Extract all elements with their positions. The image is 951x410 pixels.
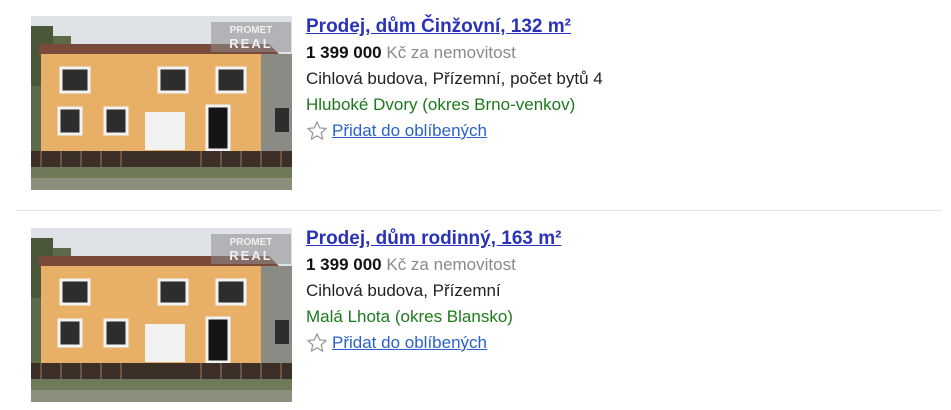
svg-text:PROMET: PROMET bbox=[230, 25, 273, 36]
star-icon[interactable] bbox=[306, 120, 328, 142]
listing-title-link[interactable]: Prodej, dům Činžovní, 132 m² bbox=[306, 14, 926, 40]
price-line: 1 399 000 Kč za nemovitost bbox=[306, 40, 926, 66]
price-line: 1 399 000 Kč za nemovitost bbox=[306, 252, 926, 278]
property-location: Malá Lhota (okres Blansko) bbox=[306, 307, 513, 326]
add-to-favorites[interactable]: Přidat do oblíbených bbox=[306, 118, 926, 144]
price-unit: Kč za nemovitost bbox=[386, 43, 516, 62]
listing-item: PROMET REAL Prodej, dům Činžovní, 132 m²… bbox=[0, 0, 951, 211]
property-description: Cihlová budova, Přízemní, počet bytů 4 bbox=[306, 69, 603, 88]
price-unit: Kč za nemovitost bbox=[386, 255, 516, 274]
star-icon[interactable] bbox=[306, 332, 328, 354]
price-value: 1 399 000 bbox=[306, 43, 382, 62]
add-to-favorites-link[interactable]: Přidat do oblíbených bbox=[332, 121, 487, 141]
property-location: Hluboké Dvory (okres Brno-venkov) bbox=[306, 95, 576, 114]
add-to-favorites-link[interactable]: Přidat do oblíbených bbox=[332, 333, 487, 353]
listing-divider bbox=[16, 210, 942, 211]
price-value: 1 399 000 bbox=[306, 255, 382, 274]
listing-title-link[interactable]: Prodej, dům rodinný, 163 m² bbox=[306, 226, 926, 252]
add-to-favorites[interactable]: Přidat do oblíbených bbox=[306, 330, 926, 356]
listing-info: Prodej, dům Činžovní, 132 m² 1 399 000 K… bbox=[306, 14, 926, 144]
svg-text:PROMET: PROMET bbox=[230, 237, 273, 248]
svg-text:REAL: REAL bbox=[229, 36, 272, 51]
listing-item: PROMET REAL Prodej, dům rodinný, 163 m² … bbox=[0, 212, 951, 410]
property-description: Cihlová budova, Přízemní bbox=[306, 281, 501, 300]
property-photo[interactable]: PROMET REAL bbox=[31, 228, 292, 402]
property-photo[interactable]: PROMET REAL bbox=[31, 16, 292, 190]
svg-text:REAL: REAL bbox=[229, 248, 272, 263]
listing-info: Prodej, dům rodinný, 163 m² 1 399 000 Kč… bbox=[306, 226, 926, 356]
